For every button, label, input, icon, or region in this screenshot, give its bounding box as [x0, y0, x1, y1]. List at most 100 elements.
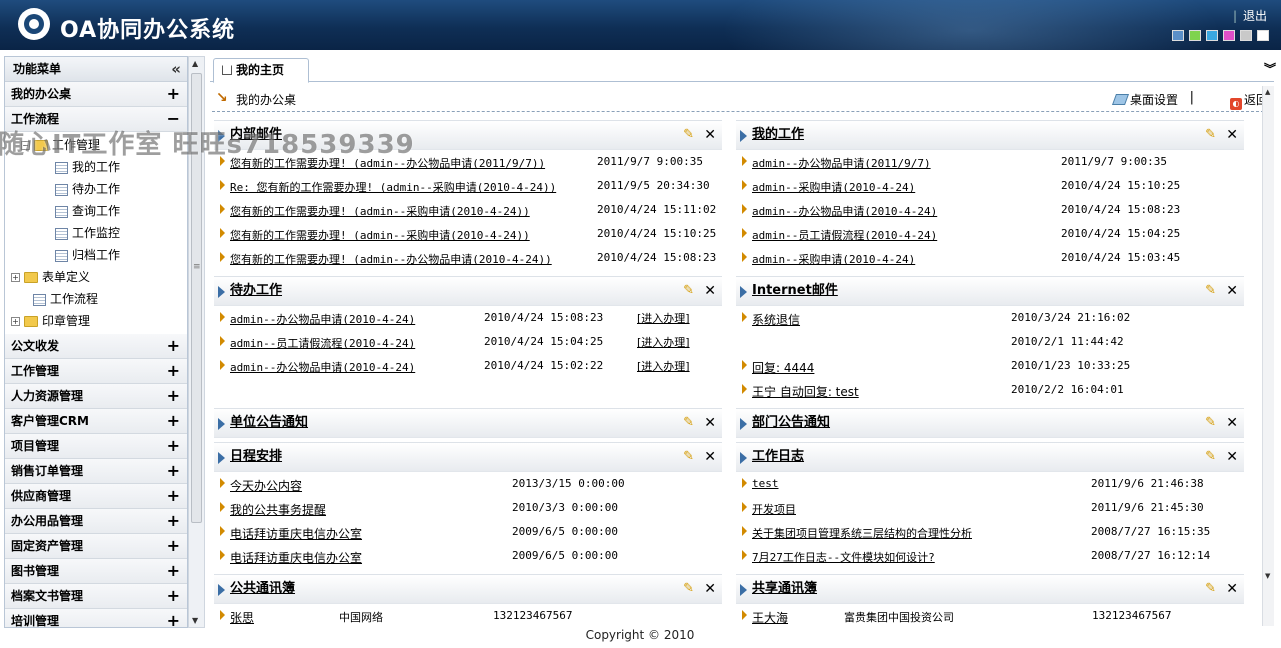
logout-link[interactable]: | 退出	[1233, 7, 1267, 24]
scroll-down-arrow-icon[interactable]: ▼	[1265, 572, 1270, 580]
portlet-toggle-icon[interactable]	[740, 452, 747, 464]
edit-pencil-icon[interactable]: ✎	[683, 277, 694, 305]
tree-node-seal-management[interactable]: + 印章管理	[5, 310, 187, 332]
portlet-title[interactable]: 工作日志	[752, 449, 804, 464]
item-link[interactable]: 您有新的工作需要办理! (admin--办公物品申请(2011/9/7))	[230, 155, 545, 171]
scroll-down-arrow-icon[interactable]: ▼	[192, 616, 198, 625]
item-link[interactable]: 电话拜访重庆电信办公室	[230, 549, 362, 566]
edit-pencil-icon[interactable]: ✎	[1205, 121, 1216, 149]
skin-swatch-5[interactable]	[1240, 30, 1252, 41]
item-link[interactable]: admin--办公物品申请(2010-4-24)	[230, 311, 415, 327]
expand-plus-icon[interactable]: +	[167, 359, 180, 383]
process-link[interactable]: [进入办理]	[637, 310, 690, 326]
collapse-sidebar-icon[interactable]: «	[171, 57, 181, 82]
sidebar-section[interactable]: 客户管理CRM +	[5, 409, 187, 434]
item-link[interactable]: 系统退信	[752, 311, 800, 328]
close-icon[interactable]: ✕	[1226, 443, 1238, 471]
close-icon[interactable]: ✕	[1226, 409, 1238, 437]
edit-pencil-icon[interactable]: ✎	[1205, 443, 1216, 471]
item-link[interactable]: 王宁 自动回复: test	[752, 383, 859, 400]
edit-pencil-icon[interactable]: ✎	[1205, 409, 1216, 437]
close-icon[interactable]: ✕	[704, 409, 716, 437]
expand-plus-icon[interactable]: +	[167, 584, 180, 608]
portlet-toggle-icon[interactable]	[218, 130, 225, 142]
item-link[interactable]: admin--采购申请(2010-4-24)	[752, 251, 915, 267]
sidebar-section[interactable]: 供应商管理 +	[5, 484, 187, 509]
tree-node-leaf[interactable]: 待办工作	[5, 178, 187, 200]
sidebar-section[interactable]: 我的办公桌 +	[5, 82, 187, 107]
item-link[interactable]: admin--办公物品申请(2010-4-24)	[230, 359, 415, 375]
expand-plus-icon[interactable]: +	[167, 509, 180, 533]
process-link[interactable]: [进入办理]	[637, 334, 690, 350]
tree-node-leaf[interactable]: 查询工作	[5, 200, 187, 222]
sidebar-section[interactable]: 人力资源管理 +	[5, 384, 187, 409]
tree-node-leaf[interactable]: 我的工作	[5, 156, 187, 178]
expand-plus-icon[interactable]: +	[167, 484, 180, 508]
process-link[interactable]: [进入办理]	[637, 358, 690, 374]
portlet-toggle-icon[interactable]	[740, 418, 747, 430]
skin-swatch-1[interactable]	[1172, 30, 1184, 41]
item-link[interactable]: 您有新的工作需要办理! (admin--采购申请(2010-4-24))	[230, 203, 530, 219]
contact-name[interactable]: 王大海	[752, 609, 788, 626]
item-link[interactable]: Re: 您有新的工作需要办理! (admin--采购申请(2010-4-24))	[230, 179, 556, 195]
close-icon[interactable]: ✕	[704, 443, 716, 471]
skin-swatch-6[interactable]	[1257, 30, 1269, 41]
desk-settings-button[interactable]: 桌面设置	[1111, 91, 1178, 108]
expand-plus-icon[interactable]: +	[167, 384, 180, 408]
portlet-toggle-icon[interactable]	[218, 452, 225, 464]
sidebar-section[interactable]: 图书管理 +	[5, 559, 187, 584]
tree-node-leaf[interactable]: 归档工作	[5, 244, 187, 266]
expand-plus-icon[interactable]: +	[167, 459, 180, 483]
item-link[interactable]: 回复: 4444	[752, 359, 814, 376]
item-link[interactable]: test	[752, 477, 779, 490]
item-link[interactable]: admin--员工请假流程(2010-4-24)	[752, 227, 937, 243]
edit-pencil-icon[interactable]: ✎	[683, 409, 694, 437]
sidebar-section[interactable]: 办公用品管理 +	[5, 509, 187, 534]
sidebar-section[interactable]: 固定资产管理 +	[5, 534, 187, 559]
portlet-title[interactable]: 日程安排	[230, 449, 282, 464]
skin-swatch-2[interactable]	[1189, 30, 1201, 41]
item-link[interactable]: 您有新的工作需要办理! (admin--办公物品申请(2010-4-24))	[230, 251, 552, 267]
expand-plus-icon[interactable]: +	[167, 559, 180, 583]
portlet-title[interactable]: 部门公告通知	[752, 415, 830, 430]
portlet-title[interactable]: 单位公告通知	[230, 415, 308, 430]
close-icon[interactable]: ✕	[704, 277, 716, 305]
tree-node-form-definition[interactable]: + 表单定义	[5, 266, 187, 288]
sidebar-section[interactable]: 公文收发 +	[5, 334, 187, 359]
close-icon[interactable]: ✕	[1226, 121, 1238, 149]
tree-node-work-management[interactable]: − 工作管理	[5, 134, 187, 156]
item-link[interactable]: admin--办公物品申请(2011/9/7)	[752, 155, 931, 171]
tree-node-workflow[interactable]: 工作流程	[5, 288, 187, 310]
item-link[interactable]: 今天办公内容	[230, 477, 302, 494]
edit-pencil-icon[interactable]: ✎	[683, 121, 694, 149]
sidebar-section[interactable]: 项目管理 +	[5, 434, 187, 459]
skin-swatch-3[interactable]	[1206, 30, 1218, 41]
edit-pencil-icon[interactable]: ✎	[1205, 575, 1216, 603]
item-link[interactable]: 您有新的工作需要办理! (admin--采购申请(2010-4-24))	[230, 227, 530, 243]
edit-pencil-icon[interactable]: ✎	[1205, 277, 1216, 305]
edit-pencil-icon[interactable]: ✎	[683, 575, 694, 603]
sidebar-section[interactable]: 培训管理 +	[5, 609, 187, 627]
contact-name[interactable]: 张思	[230, 609, 254, 626]
sidebar-section[interactable]: 工作管理 +	[5, 359, 187, 384]
close-icon[interactable]: ✕	[1226, 575, 1238, 603]
scroll-up-arrow-icon[interactable]: ▲	[1265, 88, 1270, 96]
tree-node-leaf[interactable]: 工作监控	[5, 222, 187, 244]
skin-swatch-4[interactable]	[1223, 30, 1235, 41]
tab-menu-chevron-icon[interactable]: ︾	[1264, 60, 1276, 77]
portlet-toggle-icon[interactable]	[218, 286, 225, 298]
expand-node-icon[interactable]: +	[11, 273, 20, 282]
item-link[interactable]: admin--员工请假流程(2010-4-24)	[230, 335, 415, 351]
scroll-up-arrow-icon[interactable]: ▲	[192, 59, 198, 68]
portlet-title[interactable]: 我的工作	[752, 127, 804, 142]
item-link[interactable]: admin--采购申请(2010-4-24)	[752, 179, 915, 195]
expand-plus-icon[interactable]: +	[167, 434, 180, 458]
tab-home[interactable]: 我的主页	[213, 58, 309, 83]
expand-plus-icon[interactable]: +	[167, 534, 180, 558]
item-link[interactable]: 我的公共事务提醒	[230, 501, 326, 518]
sidebar-section[interactable]: 档案文书管理 +	[5, 584, 187, 609]
portlet-toggle-icon[interactable]	[218, 584, 225, 596]
portlet-title[interactable]: 公共通讯簿	[230, 581, 295, 596]
sidebar-scrollbar[interactable]: ▲ ≡ ▼	[188, 56, 205, 628]
edit-pencil-icon[interactable]: ✎	[683, 443, 694, 471]
